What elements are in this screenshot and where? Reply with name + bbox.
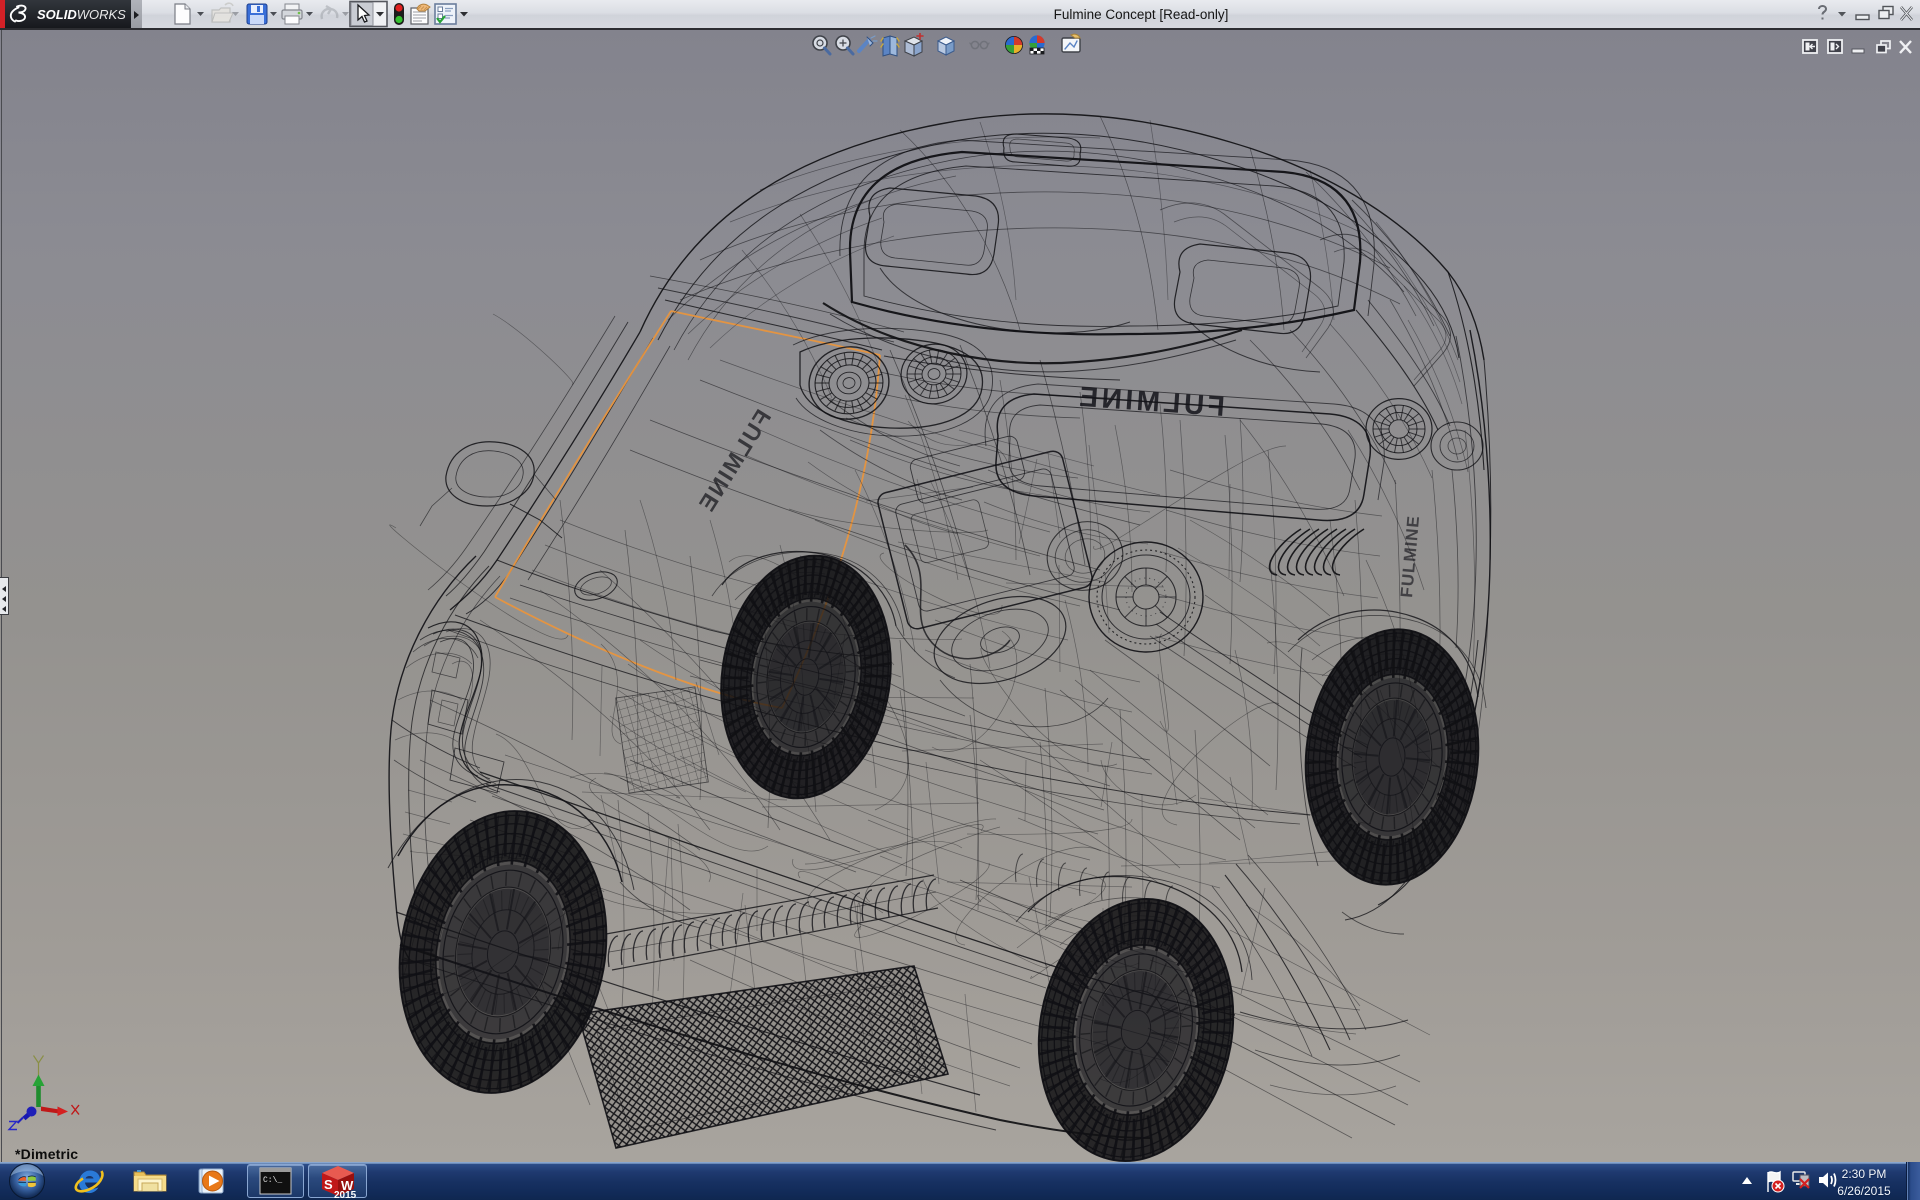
svg-text:C:\_: C:\_ xyxy=(263,1176,282,1185)
svg-text:FULMINE: FULMINE xyxy=(1397,514,1423,598)
svg-text:S: S xyxy=(324,1177,333,1192)
svg-text:FULMINE: FULMINE xyxy=(693,405,777,517)
svg-text:FULMINE: FULMINE xyxy=(1075,381,1226,422)
svg-text:2015: 2015 xyxy=(334,1190,357,1199)
